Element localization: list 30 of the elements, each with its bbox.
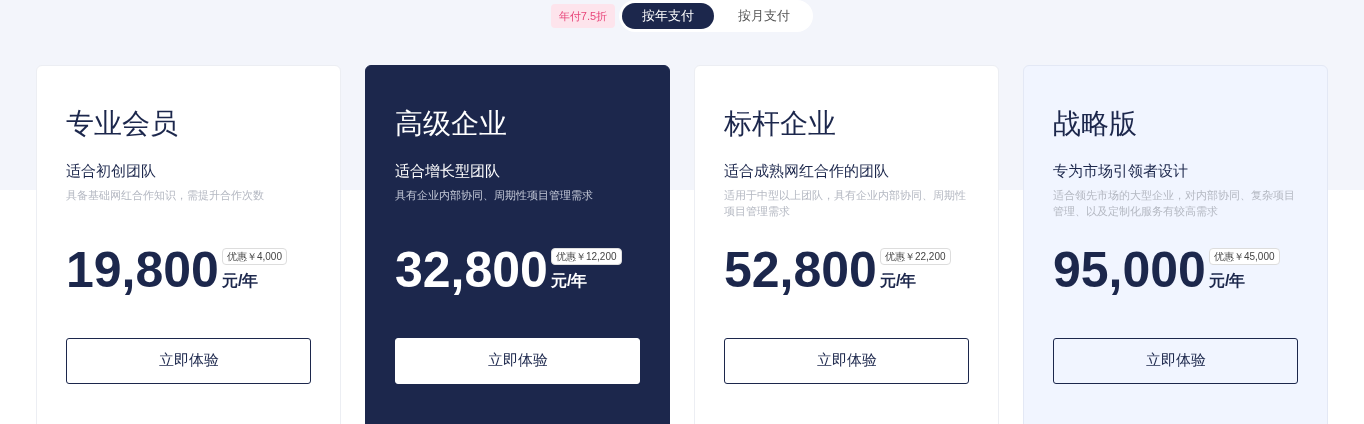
discount-badge: 年付7.5折 [550, 3, 616, 29]
discount-tag: 优惠￥45,000 [1208, 247, 1280, 265]
price-unit: 元/年 [221, 270, 259, 291]
try-now-button[interactable]: 立即体验 [724, 337, 969, 384]
plan-subtitle: 适合初创团队 [66, 161, 157, 181]
plan-subtitle: 适合成熟网红合作的团队 [724, 161, 890, 181]
discount-tag: 优惠￥22,200 [879, 247, 951, 265]
try-now-button[interactable]: 立即体验 [395, 337, 640, 384]
try-now-button[interactable]: 立即体验 [66, 337, 311, 384]
plan-name: 高级企业 [395, 107, 508, 141]
discount-tag: 优惠￥12,200 [550, 247, 622, 265]
price-unit: 元/年 [1208, 270, 1246, 291]
plan-description: 适用于中型以上团队，具有企业内部协同、周期性项目管理需求 [724, 187, 967, 219]
plan-price: 95,000 [1053, 244, 1206, 295]
discount-tag: 优惠￥4,000 [221, 247, 287, 265]
plan-subtitle: 专为市场引领者设计 [1053, 161, 1189, 181]
plan-name: 标杆企业 [724, 107, 837, 141]
price-unit: 元/年 [879, 270, 917, 291]
plan-price: 19,800 [66, 244, 219, 295]
plan-name: 战略版 [1053, 107, 1138, 141]
plan-description: 具有企业内部协同、周期性项目管理需求 [395, 187, 594, 203]
plan-name: 专业会员 [66, 107, 179, 141]
price-unit: 元/年 [550, 270, 588, 291]
plan-subtitle: 适合增长型团队 [395, 161, 501, 181]
billing-option[interactable]: 按年支付 [622, 3, 715, 29]
billing-option[interactable]: 按月支付 [718, 3, 811, 29]
try-now-button[interactable]: 立即体验 [1053, 337, 1298, 384]
plan-price: 52,800 [724, 244, 877, 295]
plan-price: 32,800 [395, 244, 548, 295]
plan-description: 具备基础网红合作知识，需提升合作次数 [66, 187, 265, 203]
